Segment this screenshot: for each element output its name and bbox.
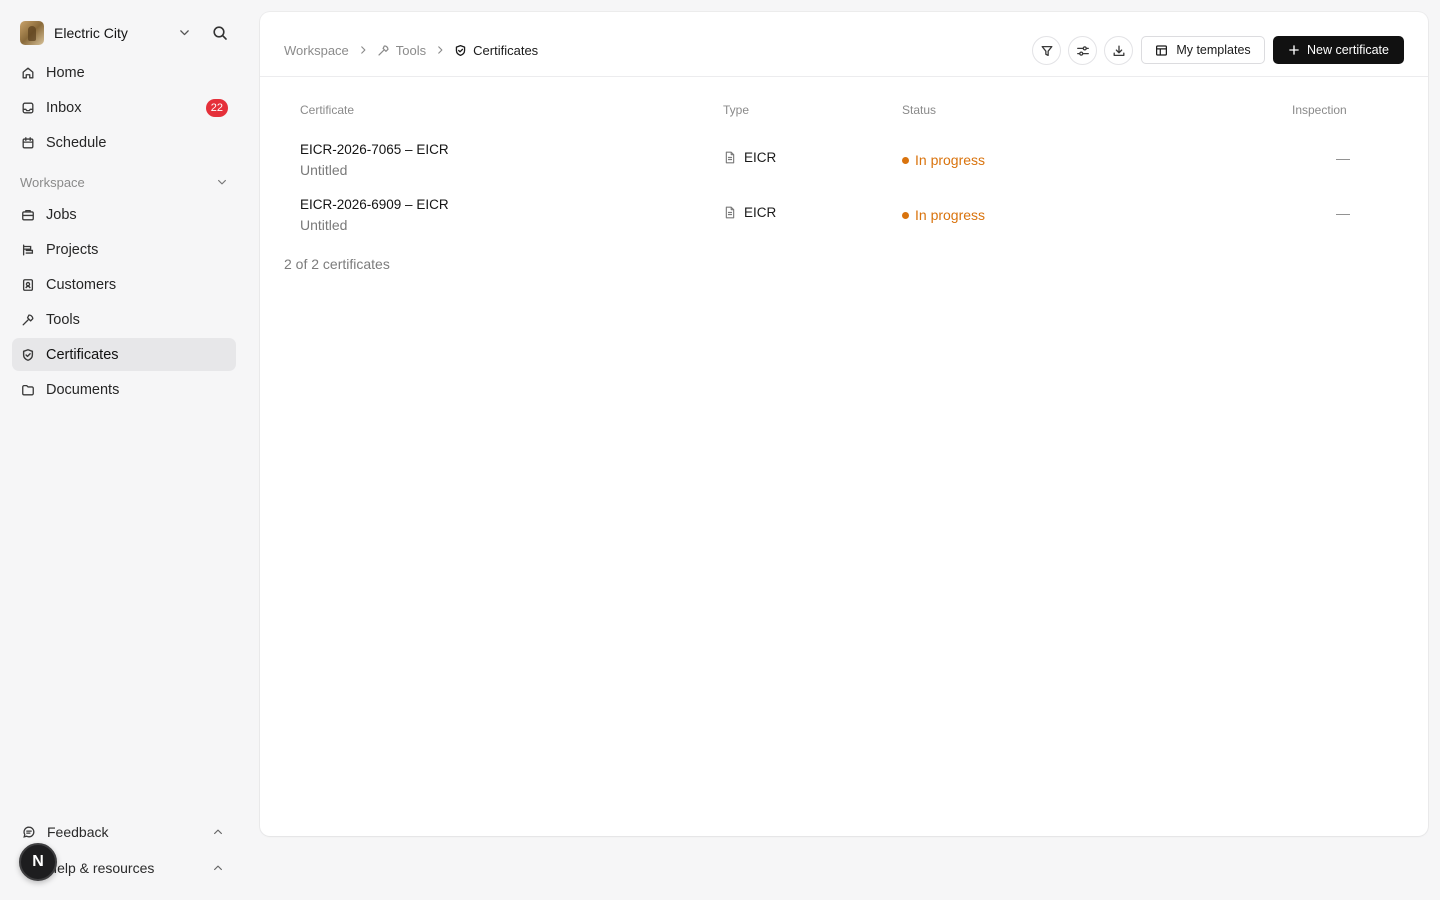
sidebar-item-label: Documents <box>46 381 120 398</box>
sidebar-item-inbox[interactable]: Inbox 22 <box>12 91 236 124</box>
inbox-icon <box>21 101 35 115</box>
sidebar-item-label: Certificates <box>46 346 119 363</box>
tools-icon <box>377 44 390 57</box>
shield-check-icon <box>454 44 467 57</box>
template-icon <box>1155 44 1168 57</box>
table-row[interactable]: EICR-2026-7065 – EICR Untitled EICR In p… <box>300 142 1350 192</box>
section-label: Workspace <box>20 174 85 190</box>
document-icon <box>724 206 736 219</box>
status-badge: In progress <box>902 207 985 223</box>
status-label: In progress <box>915 207 986 223</box>
feedback-label: Feedback <box>47 824 109 840</box>
certificate-type: EICR <box>724 150 776 165</box>
certificate-subtitle: Untitled <box>300 217 348 233</box>
my-templates-button[interactable]: My templates <box>1141 36 1265 64</box>
status-badge: In progress <box>902 152 985 168</box>
sidebar: Electric City Home Inbox 22 Schedule Wor… <box>0 0 248 900</box>
search-icon[interactable] <box>212 25 228 41</box>
certificate-title: EICR-2026-7065 – EICR <box>300 142 449 157</box>
feedback-menu[interactable]: Feedback <box>22 821 234 843</box>
sidebar-item-home[interactable]: Home <box>12 56 236 89</box>
chevron-down-icon[interactable] <box>178 26 191 39</box>
chevron-right-icon <box>358 45 368 55</box>
filter-icon <box>1040 44 1054 58</box>
sidebar-item-label: Home <box>46 64 85 81</box>
type-label: EICR <box>744 150 777 165</box>
chevron-right-icon <box>435 45 445 55</box>
sidebar-item-label: Customers <box>46 276 117 293</box>
sidebar-item-certificates[interactable]: Certificates <box>12 338 236 371</box>
org-avatar <box>20 21 44 45</box>
sidebar-item-label: Tools <box>46 311 80 328</box>
download-icon <box>1112 44 1126 58</box>
chevron-up-icon <box>212 826 224 838</box>
column-header-type[interactable]: Type <box>723 103 749 117</box>
view-settings-button[interactable] <box>1068 36 1097 65</box>
export-button[interactable] <box>1104 36 1133 65</box>
filter-button[interactable] <box>1032 36 1061 65</box>
sidebar-item-label: Inbox <box>46 99 82 116</box>
folder-icon <box>21 383 35 397</box>
user-avatar[interactable]: N <box>19 843 57 881</box>
briefcase-icon <box>21 208 35 222</box>
breadcrumb-label: Tools <box>395 42 427 58</box>
column-header-inspection[interactable]: Inspection <box>1292 103 1347 117</box>
new-certificate-button[interactable]: New certificate <box>1273 36 1404 64</box>
result-count: 2 of 2 certificates <box>284 256 390 272</box>
calendar-icon <box>21 136 35 150</box>
column-header-status[interactable]: Status <box>902 103 936 117</box>
sidebar-item-schedule[interactable]: Schedule <box>12 126 236 159</box>
org-name: Electric City <box>54 25 128 41</box>
chevron-up-icon <box>212 862 224 874</box>
chevron-down-icon <box>216 176 228 188</box>
workspace-section-toggle[interactable]: Workspace <box>20 174 236 190</box>
status-label: In progress <box>915 152 986 168</box>
chat-bubble-icon <box>22 825 36 839</box>
sidebar-item-label: Jobs <box>46 206 77 223</box>
column-header-certificate[interactable]: Certificate <box>300 103 354 117</box>
inspection-value: — <box>1336 150 1350 166</box>
breadcrumb-certificates: Certificates <box>454 43 538 58</box>
topbar: Workspace Tools Certificates My template… <box>260 12 1428 77</box>
type-label: EICR <box>744 205 777 220</box>
sidebar-item-customers[interactable]: Customers <box>12 268 236 301</box>
projects-icon <box>21 243 35 257</box>
sidebar-item-tools[interactable]: Tools <box>12 303 236 336</box>
my-templates-label: My templates <box>1176 43 1251 57</box>
status-dot <box>902 156 909 164</box>
status-dot <box>902 211 909 219</box>
breadcrumb-workspace[interactable]: Workspace <box>284 43 349 58</box>
certificate-subtitle: Untitled <box>300 162 348 178</box>
inbox-count-badge: 22 <box>205 99 228 117</box>
breadcrumb-tools[interactable]: Tools <box>377 43 426 58</box>
sidebar-item-documents[interactable]: Documents <box>12 373 236 406</box>
contacts-icon <box>21 278 35 292</box>
tools-icon <box>21 313 35 327</box>
help-label: Help & resources <box>47 860 155 876</box>
main-panel: Workspace Tools Certificates My template… <box>260 12 1428 836</box>
breadcrumb-label: Certificates <box>473 42 539 58</box>
sidebar-item-label: Schedule <box>46 134 107 151</box>
sliders-icon <box>1076 44 1090 58</box>
inspection-value: — <box>1336 205 1350 221</box>
shield-check-icon <box>21 348 35 362</box>
plus-icon <box>1288 44 1300 56</box>
sidebar-item-label: Projects <box>46 241 99 258</box>
breadcrumb: Workspace Tools Certificates <box>284 41 538 59</box>
sidebar-item-jobs[interactable]: Jobs <box>12 198 236 231</box>
certificate-title: EICR-2026-6909 – EICR <box>300 197 449 212</box>
table-row[interactable]: EICR-2026-6909 – EICR Untitled EICR In p… <box>300 197 1350 247</box>
new-certificate-label: New certificate <box>1307 43 1389 57</box>
sidebar-item-projects[interactable]: Projects <box>12 233 236 266</box>
org-switcher[interactable]: Electric City <box>20 21 236 45</box>
document-icon <box>724 151 736 164</box>
certificate-type: EICR <box>724 205 776 220</box>
home-icon <box>21 66 35 80</box>
